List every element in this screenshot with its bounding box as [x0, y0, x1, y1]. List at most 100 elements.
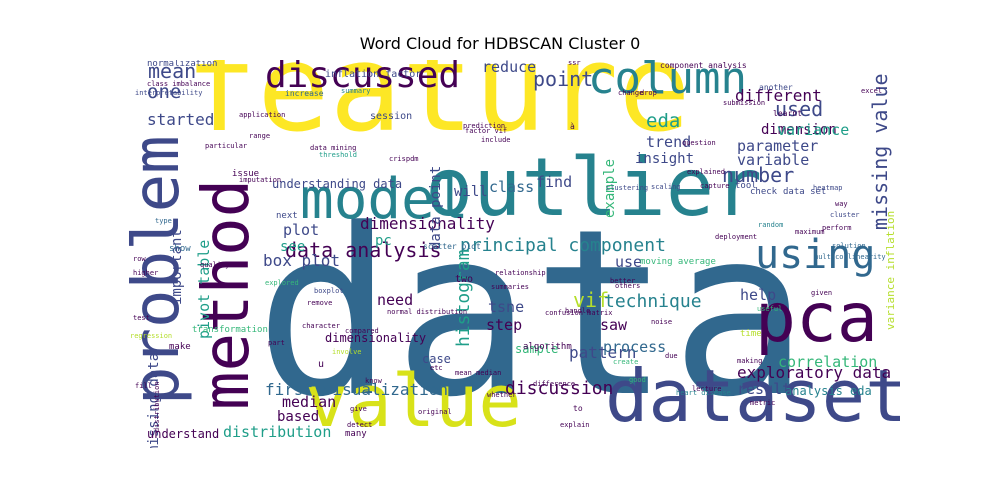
- word-data-point: data point: [428, 165, 444, 250]
- word--: à: [570, 122, 575, 131]
- word-distribution: distribution: [153, 381, 161, 432]
- word-show: show: [169, 244, 191, 254]
- word-increase: increase: [285, 89, 324, 98]
- word-eda: eda: [646, 110, 681, 132]
- word-point: point: [533, 67, 594, 91]
- word-inflation-factor: inflation factor: [325, 69, 422, 80]
- word-scaling: scaling: [651, 183, 681, 191]
- word-summaries: summaries: [491, 283, 529, 291]
- word-started: started: [147, 110, 215, 129]
- word-explored: explored: [265, 279, 299, 287]
- word-reduce: reduce: [482, 60, 537, 76]
- word-due: due: [665, 352, 678, 360]
- word-moving-average: moving average: [640, 257, 716, 267]
- word-multicollinearity: multicollinearity: [814, 253, 886, 261]
- word-random: random: [758, 221, 784, 229]
- word-deployment: deployment: [715, 233, 758, 241]
- word-useful: useful: [757, 305, 783, 313]
- word-capture: capture: [700, 182, 730, 190]
- word-remove: remove: [307, 299, 333, 307]
- word-boxplot: boxplot: [314, 287, 344, 295]
- word-fill: fill: [135, 382, 152, 390]
- word-box-plot: box plot: [263, 251, 341, 270]
- word-application: application: [239, 111, 286, 119]
- word-many: many: [345, 429, 367, 439]
- word-process: process: [603, 338, 667, 356]
- word-particular: particular: [205, 142, 248, 150]
- word-way: way: [835, 200, 848, 208]
- word-session: session: [370, 111, 413, 122]
- word-correlation: correlation: [778, 353, 878, 371]
- word-time: time: [740, 329, 762, 339]
- word-tsne: tsne: [488, 298, 525, 316]
- word-crispdm: crispdm: [389, 155, 419, 163]
- word-insight: insight: [635, 151, 695, 167]
- word-others: others: [615, 282, 641, 290]
- word-perform: perform: [822, 224, 852, 232]
- word-drop: drop: [640, 89, 657, 97]
- word-explained: explained: [687, 168, 725, 176]
- word-ssr: ssr: [568, 60, 581, 67]
- word-transformation: transformation: [192, 325, 268, 335]
- word-higher: higher: [133, 269, 159, 277]
- word-good: good: [629, 376, 646, 384]
- word-based: based: [277, 409, 320, 425]
- word-involve: involve: [332, 348, 362, 356]
- chart-title: Word Cloud for HDBSCAN Cluster 0: [359, 34, 641, 53]
- word-step: step: [486, 316, 523, 334]
- word-create: create: [613, 358, 639, 366]
- word-original: original: [418, 408, 452, 416]
- word-imputation: imputation: [239, 176, 282, 184]
- word-variable: variable: [737, 151, 810, 169]
- word-maximum: maximum: [795, 228, 825, 236]
- word-histogram: histogram: [453, 249, 474, 347]
- word-submission: submission: [723, 99, 766, 107]
- word-distribution: distribution: [223, 423, 332, 441]
- word-find: find: [536, 173, 573, 191]
- word-median: median: [282, 393, 337, 411]
- word-include: include: [481, 136, 511, 144]
- word-threshold: threshold: [319, 151, 357, 159]
- word-whether: whether: [487, 391, 517, 399]
- word-plot: plot: [283, 221, 320, 239]
- word-handle: handle: [565, 307, 591, 315]
- word-use: use: [615, 253, 643, 271]
- word-question: question: [682, 139, 716, 147]
- word-algorithm: algorithm: [523, 342, 572, 352]
- word-cloud: data feature outlier dataset value problem met…: [125, 60, 900, 448]
- word-normalization: normalization: [147, 60, 218, 69]
- word-etc: etc: [430, 364, 443, 372]
- word-learnt: learnt: [773, 109, 802, 118]
- word-missing-value: missing value: [868, 73, 892, 230]
- word-check: check: [750, 187, 778, 197]
- word-variance-inflation: variance inflation: [884, 210, 897, 330]
- word-help: help: [740, 286, 777, 304]
- word-normal-distribution: normal distribution: [387, 308, 468, 316]
- word-scatter-plot: scatter plot: [423, 242, 481, 251]
- word-difference: difference: [533, 380, 576, 388]
- word-give: give: [350, 405, 367, 413]
- word-to: to: [573, 404, 583, 413]
- word-make: make: [169, 342, 191, 352]
- word-relationship: relationship: [495, 269, 546, 277]
- word-next: next: [276, 211, 298, 221]
- word-saw: saw: [600, 316, 628, 334]
- word-making: making: [737, 357, 763, 365]
- word-will: will: [454, 184, 488, 200]
- word-analysis-eda: analysis eda: [785, 384, 872, 398]
- word-cluster: cluster: [830, 211, 860, 219]
- figure: Word Cloud for HDBSCAN Cluster 0 data fea…: [0, 0, 1000, 500]
- word-see: see: [280, 239, 306, 255]
- word-mean-median: mean median: [455, 369, 502, 377]
- word-metric: metric: [750, 399, 776, 407]
- word-type: type: [155, 217, 172, 225]
- word-pc: pc: [375, 233, 392, 249]
- word-u: u: [318, 359, 325, 370]
- word-class: class: [489, 178, 535, 196]
- word-solution: solution: [832, 242, 866, 250]
- word-heatmap: heatmap: [813, 184, 843, 192]
- word-know: know: [365, 377, 382, 385]
- word-compared: compared: [345, 327, 379, 335]
- word-need: need: [377, 291, 414, 309]
- word-result: result: [737, 380, 792, 398]
